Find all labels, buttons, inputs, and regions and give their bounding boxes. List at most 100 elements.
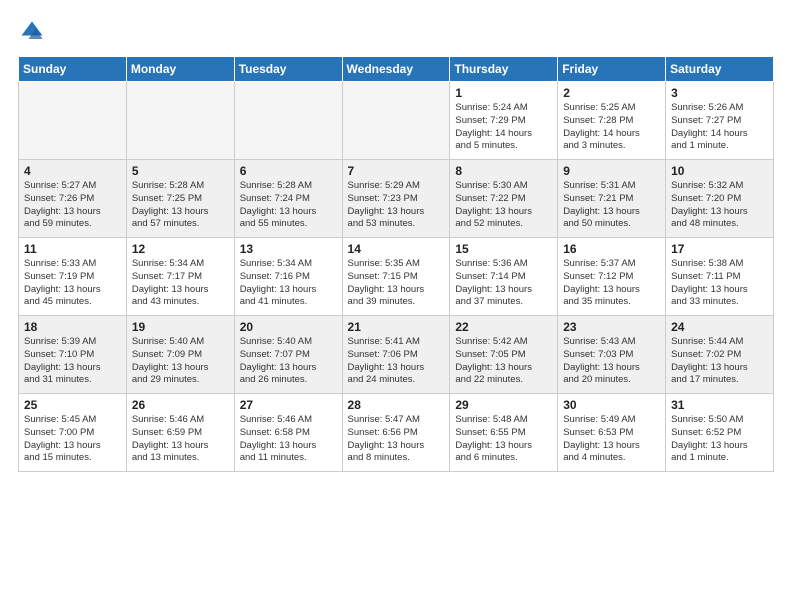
day-number: 23 [563,320,660,334]
day-number: 3 [671,86,768,100]
day-cell: 3 Sunrise: 5:26 AMSunset: 7:27 PMDaylight… [666,82,774,160]
day-info: Sunrise: 5:46 AMSunset: 6:59 PMDaylight:… [132,414,229,465]
day-cell: 16 Sunrise: 5:37 AMSunset: 7:12 PMDayligh… [558,238,666,316]
day-number: 22 [455,320,552,334]
day-cell: 17 Sunrise: 5:38 AMSunset: 7:11 PMDayligh… [666,238,774,316]
day-info: Sunrise: 5:30 AMSunset: 7:22 PMDaylight:… [455,180,552,231]
day-number: 17 [671,242,768,256]
day-cell: 14 Sunrise: 5:35 AMSunset: 7:15 PMDayligh… [342,238,450,316]
weekday-friday: Friday [558,57,666,82]
day-number: 10 [671,164,768,178]
day-cell [126,82,234,160]
day-cell: 18 Sunrise: 5:39 AMSunset: 7:10 PMDayligh… [19,316,127,394]
day-cell: 12Sunrise: 5:34 AMSunset: 7:17 PMDayligh… [126,238,234,316]
day-cell: 10Sunrise: 5:32 AMSunset: 7:20 PMDayligh… [666,160,774,238]
day-cell [234,82,342,160]
day-number: 5 [132,164,229,178]
day-info: Sunrise: 5:50 AMSunset: 6:52 PMDaylight:… [671,414,768,465]
day-info: Sunrise: 5:36 AMSunset: 7:14 PMDaylight:… [455,258,552,309]
day-cell: 6Sunrise: 5:28 AMSunset: 7:24 PMDaylight… [234,160,342,238]
weekday-row: SundayMondayTuesdayWednesdayThursdayFrid… [19,57,774,82]
day-number: 8 [455,164,552,178]
day-cell: 11 Sunrise: 5:33 AMSunset: 7:19 PMDayligh… [19,238,127,316]
day-number: 25 [24,398,121,412]
weekday-saturday: Saturday [666,57,774,82]
week-row-2: 4Sunrise: 5:27 AMSunset: 7:26 PMDaylight… [19,160,774,238]
day-info: Sunrise: 5:31 AMSunset: 7:21 PMDaylight:… [563,180,660,231]
day-cell: 2 Sunrise: 5:25 AMSunset: 7:28 PMDaylight… [558,82,666,160]
day-number: 18 [24,320,121,334]
day-info: Sunrise: 5:35 AMSunset: 7:15 PMDaylight:… [348,258,445,309]
week-row-4: 18 Sunrise: 5:39 AMSunset: 7:10 PMDayligh… [19,316,774,394]
page: SundayMondayTuesdayWednesdayThursdayFrid… [0,0,792,612]
day-cell: 26 Sunrise: 5:46 AMSunset: 6:59 PMDayligh… [126,394,234,472]
day-number: 7 [348,164,445,178]
day-info: Sunrise: 5:47 AMSunset: 6:56 PMDaylight:… [348,414,445,465]
day-number: 2 [563,86,660,100]
day-number: 11 [24,242,121,256]
day-number: 14 [348,242,445,256]
weekday-sunday: Sunday [19,57,127,82]
day-info: Sunrise: 5:27 AMSunset: 7:26 PMDaylight:… [24,180,121,231]
day-info: Sunrise: 5:25 AMSunset: 7:28 PMDaylight:… [563,102,660,153]
day-info: Sunrise: 5:26 AMSunset: 7:27 PMDaylight:… [671,102,768,153]
day-cell [19,82,127,160]
day-number: 1 [455,86,552,100]
week-row-3: 11 Sunrise: 5:33 AMSunset: 7:19 PMDayligh… [19,238,774,316]
logo-icon [18,18,46,46]
day-info: Sunrise: 5:42 AMSunset: 7:05 PMDaylight:… [455,336,552,387]
calendar-body: 1 Sunrise: 5:24 AMSunset: 7:29 PMDaylight… [19,82,774,472]
day-number: 12 [132,242,229,256]
day-info: Sunrise: 5:37 AMSunset: 7:12 PMDaylight:… [563,258,660,309]
logo [18,18,50,46]
day-info: Sunrise: 5:29 AMSunset: 7:23 PMDaylight:… [348,180,445,231]
day-number: 24 [671,320,768,334]
day-number: 29 [455,398,552,412]
day-info: Sunrise: 5:44 AMSunset: 7:02 PMDaylight:… [671,336,768,387]
weekday-thursday: Thursday [450,57,558,82]
day-number: 9 [563,164,660,178]
day-number: 13 [240,242,337,256]
day-number: 26 [132,398,229,412]
day-cell: 9 Sunrise: 5:31 AMSunset: 7:21 PMDaylight… [558,160,666,238]
day-cell: 24 Sunrise: 5:44 AMSunset: 7:02 PMDayligh… [666,316,774,394]
day-info: Sunrise: 5:41 AMSunset: 7:06 PMDaylight:… [348,336,445,387]
day-cell: 22 Sunrise: 5:42 AMSunset: 7:05 PMDayligh… [450,316,558,394]
day-info: Sunrise: 5:45 AMSunset: 7:00 PMDaylight:… [24,414,121,465]
day-cell: 13 Sunrise: 5:34 AMSunset: 7:16 PMDayligh… [234,238,342,316]
calendar-header: SundayMondayTuesdayWednesdayThursdayFrid… [19,57,774,82]
day-info: Sunrise: 5:40 AMSunset: 7:09 PMDaylight:… [132,336,229,387]
weekday-tuesday: Tuesday [234,57,342,82]
day-cell: 30 Sunrise: 5:49 AMSunset: 6:53 PMDayligh… [558,394,666,472]
weekday-monday: Monday [126,57,234,82]
header [18,18,774,46]
calendar: SundayMondayTuesdayWednesdayThursdayFrid… [18,56,774,472]
day-info: Sunrise: 5:46 AMSunset: 6:58 PMDaylight:… [240,414,337,465]
day-info: Sunrise: 5:33 AMSunset: 7:19 PMDaylight:… [24,258,121,309]
week-row-1: 1 Sunrise: 5:24 AMSunset: 7:29 PMDaylight… [19,82,774,160]
day-number: 6 [240,164,337,178]
day-cell: 23 Sunrise: 5:43 AMSunset: 7:03 PMDayligh… [558,316,666,394]
day-cell: 25 Sunrise: 5:45 AMSunset: 7:00 PMDayligh… [19,394,127,472]
day-number: 20 [240,320,337,334]
day-cell [342,82,450,160]
day-info: Sunrise: 5:39 AMSunset: 7:10 PMDaylight:… [24,336,121,387]
day-number: 27 [240,398,337,412]
day-number: 31 [671,398,768,412]
weekday-wednesday: Wednesday [342,57,450,82]
day-info: Sunrise: 5:34 AMSunset: 7:16 PMDaylight:… [240,258,337,309]
day-info: Sunrise: 5:49 AMSunset: 6:53 PMDaylight:… [563,414,660,465]
day-number: 30 [563,398,660,412]
day-cell: 29Sunrise: 5:48 AMSunset: 6:55 PMDayligh… [450,394,558,472]
day-cell: 20 Sunrise: 5:40 AMSunset: 7:07 PMDayligh… [234,316,342,394]
day-info: Sunrise: 5:40 AMSunset: 7:07 PMDaylight:… [240,336,337,387]
day-cell: 1 Sunrise: 5:24 AMSunset: 7:29 PMDaylight… [450,82,558,160]
day-cell: 19 Sunrise: 5:40 AMSunset: 7:09 PMDayligh… [126,316,234,394]
day-info: Sunrise: 5:38 AMSunset: 7:11 PMDaylight:… [671,258,768,309]
day-number: 15 [455,242,552,256]
day-info: Sunrise: 5:24 AMSunset: 7:29 PMDaylight:… [455,102,552,153]
day-number: 16 [563,242,660,256]
day-info: Sunrise: 5:43 AMSunset: 7:03 PMDaylight:… [563,336,660,387]
day-number: 28 [348,398,445,412]
day-number: 19 [132,320,229,334]
